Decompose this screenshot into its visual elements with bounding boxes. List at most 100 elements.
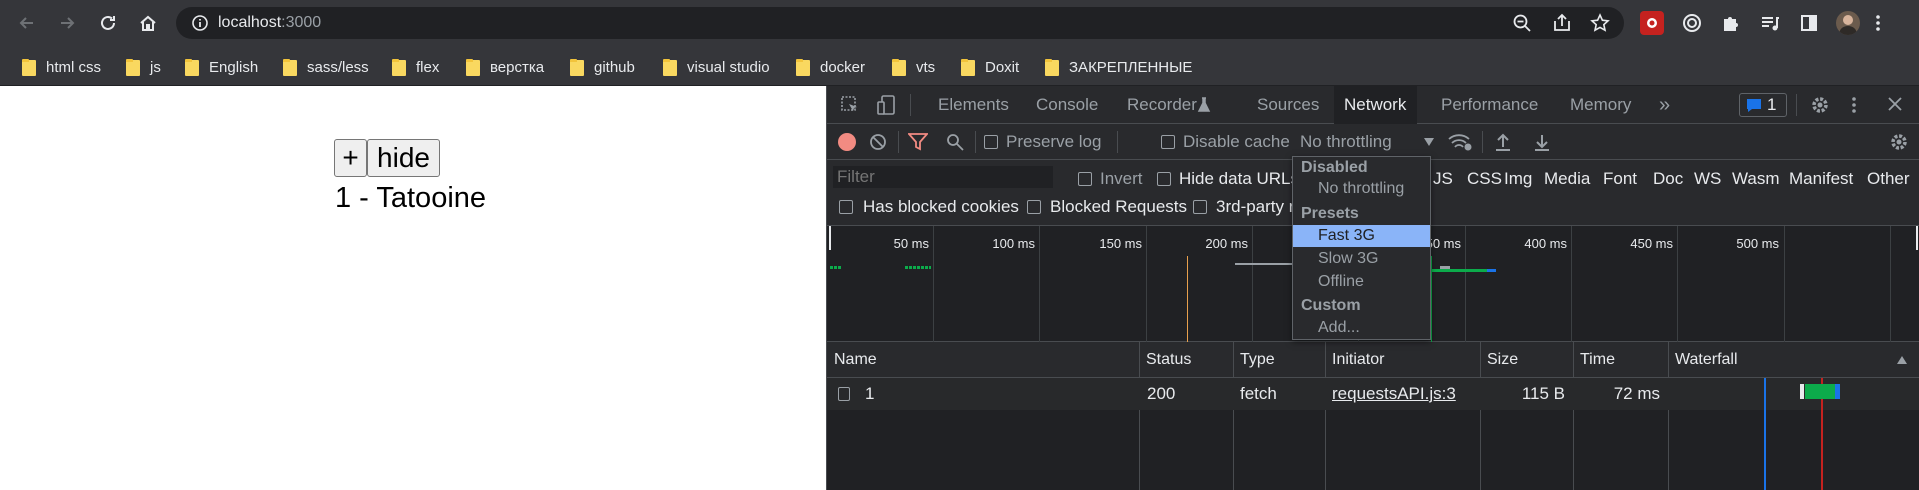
share-icon[interactable] <box>1552 13 1572 33</box>
bookmark-folder[interactable]: visual studio <box>663 56 770 78</box>
invert-checkbox[interactable] <box>1078 172 1092 186</box>
address-bar[interactable]: localhost:3000 <box>176 7 1624 39</box>
export-har-icon[interactable] <box>1533 132 1551 152</box>
bookmark-folder[interactable]: English <box>185 56 258 78</box>
settings-gear-icon[interactable] <box>1810 95 1830 115</box>
home-icon[interactable] <box>133 8 163 38</box>
filter-type-font[interactable]: Font <box>1603 169 1637 189</box>
devtools-menu-icon[interactable] <box>1851 95 1857 115</box>
bookmark-folder[interactable]: ЗАКРЕПЛЕННЫЕ <box>1045 56 1192 78</box>
filter-type-wasm[interactable]: Wasm <box>1732 169 1780 189</box>
filter-type-img[interactable]: Img <box>1504 169 1532 189</box>
column-initiator[interactable]: Initiator <box>1332 342 1384 378</box>
star-icon[interactable] <box>1590 13 1610 33</box>
sort-ascending-icon[interactable] <box>1896 355 1908 365</box>
overview-bar <box>1431 269 1487 272</box>
back-icon[interactable] <box>12 8 42 38</box>
menu-item-slow-3g[interactable]: Slow 3G <box>1293 248 1430 270</box>
info-icon[interactable] <box>190 13 210 33</box>
folder-icon <box>663 58 677 76</box>
column-name[interactable]: Name <box>834 342 877 378</box>
target-extension-icon[interactable] <box>1680 11 1704 35</box>
filter-type-manifest[interactable]: Manifest <box>1789 169 1853 189</box>
hide-data-urls-checkbox[interactable] <box>1157 172 1171 186</box>
initiator-link[interactable]: requestsAPI.js:3 <box>1332 378 1456 410</box>
clear-icon[interactable] <box>869 133 887 151</box>
overview-right-handle[interactable] <box>1916 226 1918 250</box>
column-type[interactable]: Type <box>1240 342 1275 378</box>
record-icon[interactable] <box>838 133 856 151</box>
tab-performance[interactable]: Performance <box>1431 86 1548 124</box>
chrome-menu-icon[interactable] <box>1866 11 1890 35</box>
invert-label: Invert <box>1100 169 1143 188</box>
waterfall-waiting-bar[interactable] <box>1805 384 1835 399</box>
filter-type-ws[interactable]: WS <box>1694 169 1721 189</box>
filter-icon[interactable] <box>908 133 928 151</box>
bookmark-folder[interactable]: github <box>570 56 635 78</box>
filter-input[interactable] <box>833 166 1053 188</box>
extension-icon-red[interactable] <box>1640 11 1664 35</box>
column-size[interactable]: Size <box>1487 342 1518 378</box>
puzzle-icon[interactable] <box>1719 11 1743 35</box>
tab-network[interactable]: Network <box>1334 86 1417 124</box>
reload-icon[interactable] <box>93 8 123 38</box>
import-har-icon[interactable] <box>1494 132 1512 152</box>
tab-elements[interactable]: Elements <box>928 86 1019 124</box>
preserve-log-checkbox[interactable] <box>984 135 998 149</box>
media-control-icon[interactable] <box>1758 11 1782 35</box>
column-waterfall[interactable]: Waterfall <box>1675 342 1738 378</box>
issues-counter[interactable]: 1 <box>1739 93 1787 117</box>
bookmark-folder[interactable]: верстка <box>466 56 544 78</box>
column-divider <box>1668 342 1669 490</box>
side-panel-icon[interactable] <box>1797 11 1821 35</box>
url-text: localhost:3000 <box>218 14 322 31</box>
filter-type-other[interactable]: Other <box>1867 169 1910 189</box>
filter-type-js[interactable]: JS <box>1433 169 1453 189</box>
tab-console[interactable]: Console <box>1026 86 1108 124</box>
page-viewport: + hide 1 - Tatooine <box>0 86 826 490</box>
network-settings-gear-icon[interactable] <box>1889 132 1909 152</box>
separator <box>1117 131 1118 153</box>
table-row[interactable]: 1 200 fetch requestsAPI.js:3 115 B 72 ms <box>827 378 1919 410</box>
menu-item-no-throttling[interactable]: No throttling <box>1293 178 1430 200</box>
bookmark-folder[interactable]: html css <box>22 56 101 78</box>
close-icon[interactable] <box>1887 96 1903 112</box>
cell-size: 115 B <box>1521 384 1565 403</box>
profile-avatar[interactable] <box>1836 11 1860 35</box>
third-party-checkbox[interactable] <box>1193 200 1207 214</box>
hide-button[interactable]: hide <box>367 139 440 177</box>
tab-sources[interactable]: Sources <box>1247 86 1329 124</box>
column-status[interactable]: Status <box>1146 342 1191 378</box>
bookmark-folder[interactable]: Doxit <box>961 56 1019 78</box>
filter-type-css[interactable]: CSS <box>1467 169 1502 189</box>
inspect-element-icon[interactable] <box>840 95 860 115</box>
plus-button[interactable]: + <box>334 139 367 177</box>
column-time[interactable]: Time <box>1580 342 1615 378</box>
filter-type-doc[interactable]: Doc <box>1653 169 1683 189</box>
throttling-select[interactable]: No throttling <box>1292 128 1440 156</box>
zoom-out-icon[interactable] <box>1512 13 1532 33</box>
search-icon[interactable] <box>946 133 964 151</box>
bookmark-folder[interactable]: docker <box>796 56 865 78</box>
tab-memory[interactable]: Memory <box>1560 86 1641 124</box>
bookmark-folder[interactable]: js <box>126 56 161 78</box>
bookmark-folder[interactable]: flex <box>392 56 439 78</box>
separator <box>1482 131 1483 153</box>
menu-item-offline[interactable]: Offline <box>1293 271 1430 293</box>
disable-cache-checkbox[interactable] <box>1161 135 1175 149</box>
tab-recorder[interactable]: Recorder <box>1117 86 1227 124</box>
overview-left-handle[interactable] <box>829 226 831 250</box>
device-toolbar-icon[interactable] <box>876 94 898 116</box>
network-conditions-icon[interactable] <box>1447 132 1473 152</box>
blocked-requests-checkbox[interactable] <box>1027 200 1041 214</box>
more-tabs-icon[interactable]: » <box>1649 86 1680 124</box>
has-blocked-cookies-checkbox[interactable] <box>839 200 853 214</box>
preserve-log-label: Preserve log <box>1006 132 1102 151</box>
bookmark-folder[interactable]: sass/less <box>283 56 369 78</box>
filter-type-media[interactable]: Media <box>1544 169 1590 189</box>
bookmark-folder[interactable]: vts <box>892 56 935 78</box>
column-divider <box>1325 342 1326 490</box>
menu-item-add[interactable]: Add... <box>1293 317 1430 339</box>
forward-icon[interactable] <box>52 8 82 38</box>
menu-item-fast-3g[interactable]: Fast 3G <box>1293 225 1430 247</box>
